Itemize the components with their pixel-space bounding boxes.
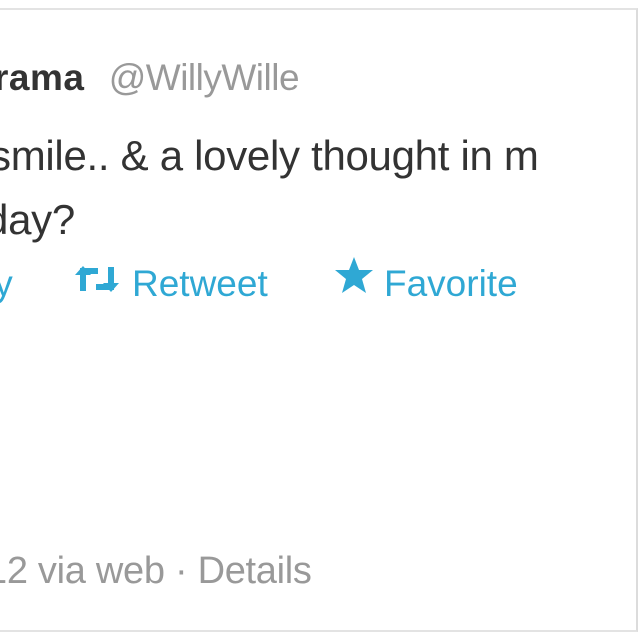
tweet-actions: ly Retweet Favorite (0, 256, 636, 312)
tweet-text: smile.. & a lovely thought in m nday? (0, 124, 539, 252)
reply-button[interactable]: ly (0, 258, 13, 310)
meta-separator: · (174, 550, 188, 592)
favorite-label: Favorite (384, 263, 518, 304)
tweet-text-line: smile.. & a lovely thought in m (0, 132, 539, 179)
timestamp-via[interactable]: 12 via web (0, 550, 165, 592)
tweet-header: rama @WillyWille (0, 56, 300, 100)
retweet-button[interactable]: Retweet (74, 258, 268, 312)
star-icon (334, 256, 374, 308)
tweet-card: rama @WillyWille smile.. & a lovely thou… (0, 8, 638, 632)
favorite-button[interactable]: Favorite (334, 256, 518, 312)
tweet-meta: 12 via web · Details (0, 547, 312, 595)
tweet-text-line: nday? (0, 196, 75, 243)
reply-label: ly (0, 263, 13, 304)
display-name[interactable]: rama (0, 57, 84, 98)
details-link[interactable]: Details (198, 550, 312, 592)
username[interactable]: @WillyWille (109, 57, 300, 98)
retweet-icon (74, 256, 120, 308)
retweet-label: Retweet (132, 263, 268, 304)
